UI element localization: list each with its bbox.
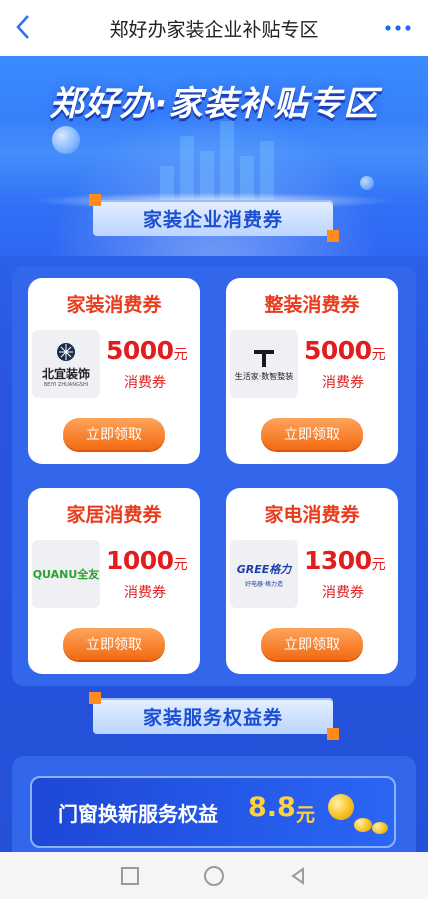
corner-decoration — [89, 194, 101, 206]
logo-text: 生活家·数智整装 — [234, 371, 294, 381]
amount-unit: 元 — [371, 347, 386, 363]
amount-value: 5000 — [106, 336, 174, 365]
logo-text: GREE格力 — [236, 562, 292, 576]
beiyi-logo: 北宜装饰 BEIYI ZHUANGSHI — [32, 330, 100, 398]
card-title: 家居消费券 — [66, 504, 162, 526]
card-title: 家装消费券 — [66, 294, 162, 316]
corner-decoration — [89, 692, 101, 704]
quanu-logo: QUANU全友 — [32, 540, 100, 608]
section-banner-service: 家装服务权益券 — [89, 692, 339, 740]
page-content: 郑好办·家装补贴专区 家装企业消费券 家装消费券 北宜装饰 BEIYI ZHUA… — [0, 56, 428, 852]
logo-subtext: BEIYI ZHUANGSHI — [43, 381, 89, 388]
system-nav-bar — [0, 852, 428, 899]
amount-value: 1000 — [106, 546, 174, 575]
gree-logo: GREE格力 好电器·格力造 — [230, 540, 298, 608]
voucher-card-home-decor: 家装消费券 北宜装饰 BEIYI ZHUANGSHI 5000元 消费券 立即领… — [28, 278, 200, 464]
amount-unit: 元 — [371, 557, 386, 573]
section-label: 家装服务权益券 — [142, 706, 283, 729]
bubble-decoration — [360, 176, 374, 190]
service-unit: 元 — [296, 804, 316, 826]
amount: 5000元 — [106, 336, 196, 365]
bubble-decoration — [52, 126, 80, 154]
claim-button[interactable]: 立即领取 — [63, 418, 165, 450]
coin-icon — [328, 794, 354, 820]
coin-icon — [354, 818, 372, 832]
claim-button[interactable]: 立即领取 — [63, 628, 165, 660]
amount-label: 消费券 — [322, 375, 364, 391]
voucher-card-full-decor: 整装消费券 生活家·数智整装 5000元 消费券 立即领取 — [226, 278, 398, 464]
claim-button[interactable]: 立即领取 — [261, 628, 363, 660]
amount-value: 1300 — [304, 546, 372, 575]
section-banner-enterprise: 家装企业消费券 — [89, 194, 339, 242]
more-dots-icon[interactable] — [382, 14, 414, 42]
amount-label: 消费券 — [124, 375, 166, 391]
home-icon[interactable] — [203, 865, 225, 887]
voucher-card-furniture: 家居消费券 QUANU全友 1000元 消费券 立即领取 — [28, 488, 200, 674]
card-title: 家电消费券 — [264, 504, 360, 526]
amount-unit: 元 — [173, 557, 188, 573]
amount: 1300元 — [304, 546, 394, 575]
shenghuojia-logo: 生活家·数智整装 — [230, 330, 298, 398]
amount-value: 5000 — [304, 336, 372, 365]
service-voucher-card[interactable]: 门窗换新服务权益 8.8 元 — [30, 776, 396, 848]
logo-text: 北宜装饰 — [41, 366, 90, 381]
amount: 1000元 — [106, 546, 196, 575]
coin-icon — [372, 822, 388, 834]
top-bar: 郑好办家装企业补贴专区 — [0, 0, 428, 56]
back-triangle-icon[interactable] — [287, 865, 309, 887]
amount: 5000元 — [304, 336, 394, 365]
amount-unit: 元 — [173, 347, 188, 363]
amount-label: 消费券 — [322, 585, 364, 601]
service-label: 门窗换新服务权益 — [58, 802, 218, 826]
chevron-left-icon[interactable] — [14, 12, 42, 44]
hero-title: 郑好办·家装补贴专区 — [49, 84, 379, 124]
section-label: 家装企业消费券 — [142, 208, 283, 231]
service-value: 8.8 — [248, 792, 296, 823]
letter-t-icon — [254, 349, 274, 367]
corner-decoration — [327, 728, 339, 740]
service-panel: 门窗换新服务权益 8.8 元 — [12, 756, 416, 852]
voucher-panel: 家装消费券 北宜装饰 BEIYI ZHUANGSHI 5000元 消费券 立即领… — [12, 266, 416, 686]
logo-subtext: 好电器·格力造 — [245, 580, 283, 588]
voucher-card-appliance: 家电消费券 GREE格力 好电器·格力造 1300元 消费券 立即领取 — [226, 488, 398, 674]
globe-icon — [57, 342, 75, 361]
amount-label: 消费券 — [124, 585, 166, 601]
recent-apps-icon[interactable] — [119, 865, 141, 887]
page-title: 郑好办家装企业补贴专区 — [109, 18, 319, 41]
corner-decoration — [327, 230, 339, 242]
logo-text: QUANU全友 — [32, 568, 100, 581]
claim-button[interactable]: 立即领取 — [261, 418, 363, 450]
card-title: 整装消费券 — [264, 294, 360, 316]
